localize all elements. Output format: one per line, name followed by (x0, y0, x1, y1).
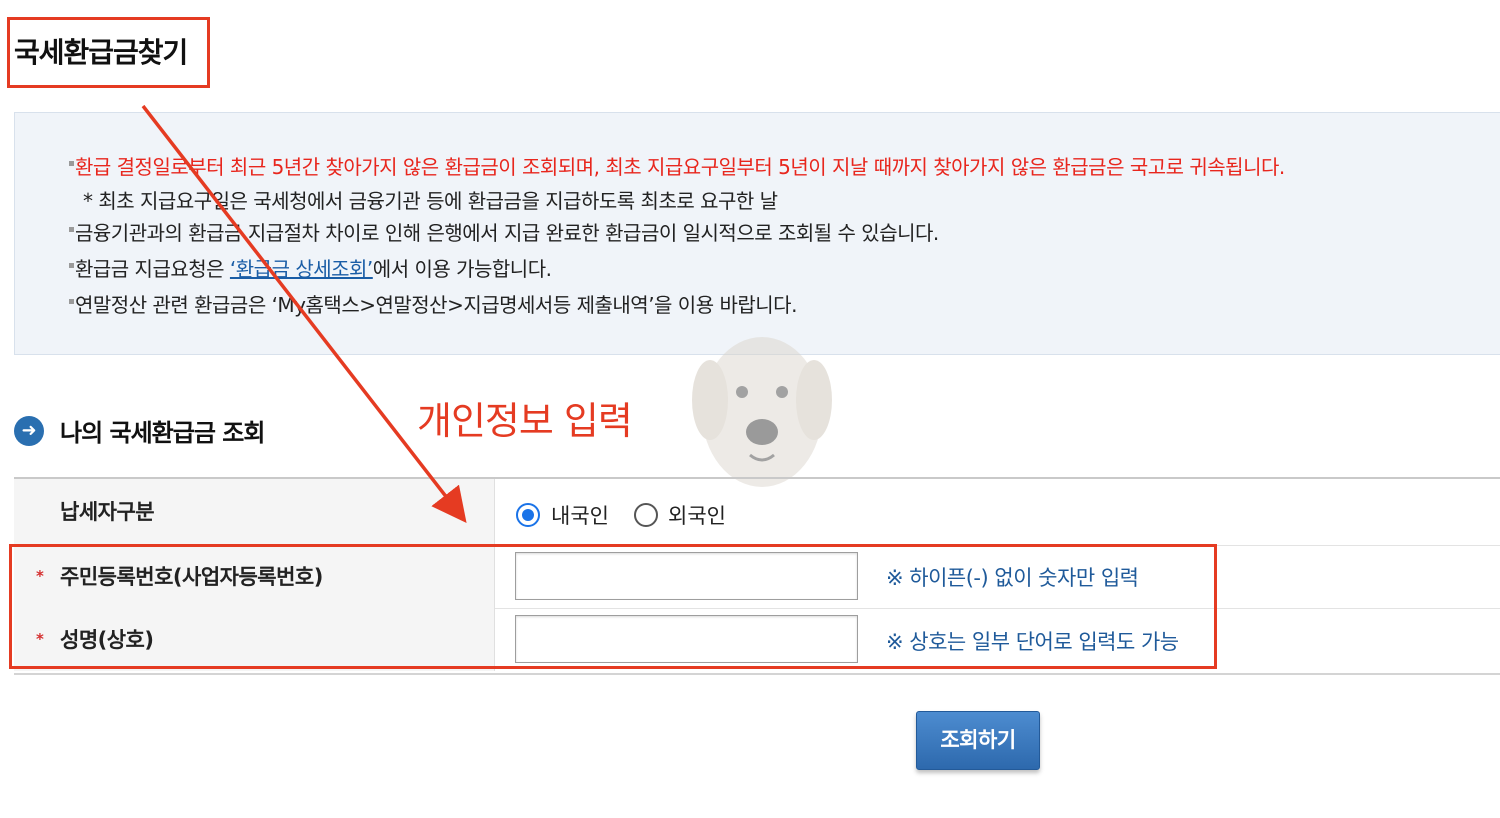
search-button[interactable]: 조회하기 (916, 711, 1040, 770)
section-title: 나의 국세환급금 조회 (60, 419, 265, 447)
radio-domestic[interactable] (516, 503, 540, 527)
notice-line-3: 환급금 지급요청은 ‘환급금 상세조회’에서 이용 가능합니다. (69, 253, 552, 282)
notice-line-2: 금융기관과의 환급금 지급절차 차이로 인해 은행에서 지급 완료한 환급금이 … (69, 217, 939, 246)
notice-box: 환급 결정일로부터 최근 5년간 찾아가지 않은 환급금이 조회되며, 최초 지… (14, 112, 1500, 355)
bullet-icon (69, 227, 74, 232)
notice-line-1: 환급 결정일로부터 최근 5년간 찾아가지 않은 환급금이 조회되며, 최초 지… (69, 151, 1285, 180)
radio-foreigner[interactable] (634, 503, 658, 527)
taxpayer-type-label: 납세자구분 (60, 500, 155, 524)
taxpayer-type-row: 납세자구분 내국인 외국인 (14, 479, 1500, 546)
bullet-icon (69, 263, 74, 268)
notice-line-4: 연말정산 관련 환급금은 ‘My홈택스>연말정산>지급명세서등 제출내역’을 이… (69, 289, 797, 318)
notice-line-1-note: * 최초 지급요구일은 국세청에서 금융기관 등에 환급금을 지급하도록 최초로… (83, 189, 778, 213)
bullet-icon (69, 161, 74, 166)
refund-detail-link[interactable]: ‘환급금 상세조회’ (230, 257, 373, 281)
page-title: 국세환급금찾기 (14, 36, 188, 69)
bullet-icon (69, 299, 74, 304)
form-highlight-box (9, 544, 1217, 669)
radio-foreigner-label[interactable]: 외국인 (668, 500, 726, 530)
annotation-label: 개인정보 입력 (417, 399, 633, 443)
arrow-right-circle-icon: ➜ (14, 416, 44, 446)
radio-domestic-label[interactable]: 내국인 (551, 500, 609, 530)
row-label-cell: 납세자구분 (14, 479, 495, 545)
dog-face-watermark (692, 337, 832, 487)
